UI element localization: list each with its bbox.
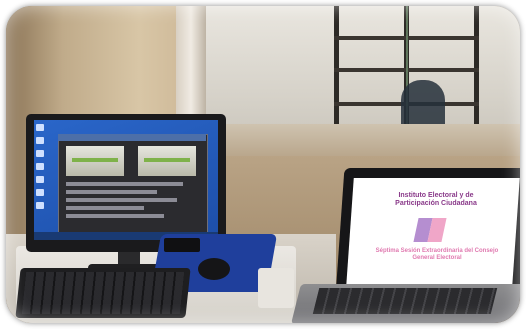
photo-glare-border bbox=[6, 6, 520, 323]
photo-frame: Instituto Electoral y de Participación C… bbox=[6, 6, 520, 323]
